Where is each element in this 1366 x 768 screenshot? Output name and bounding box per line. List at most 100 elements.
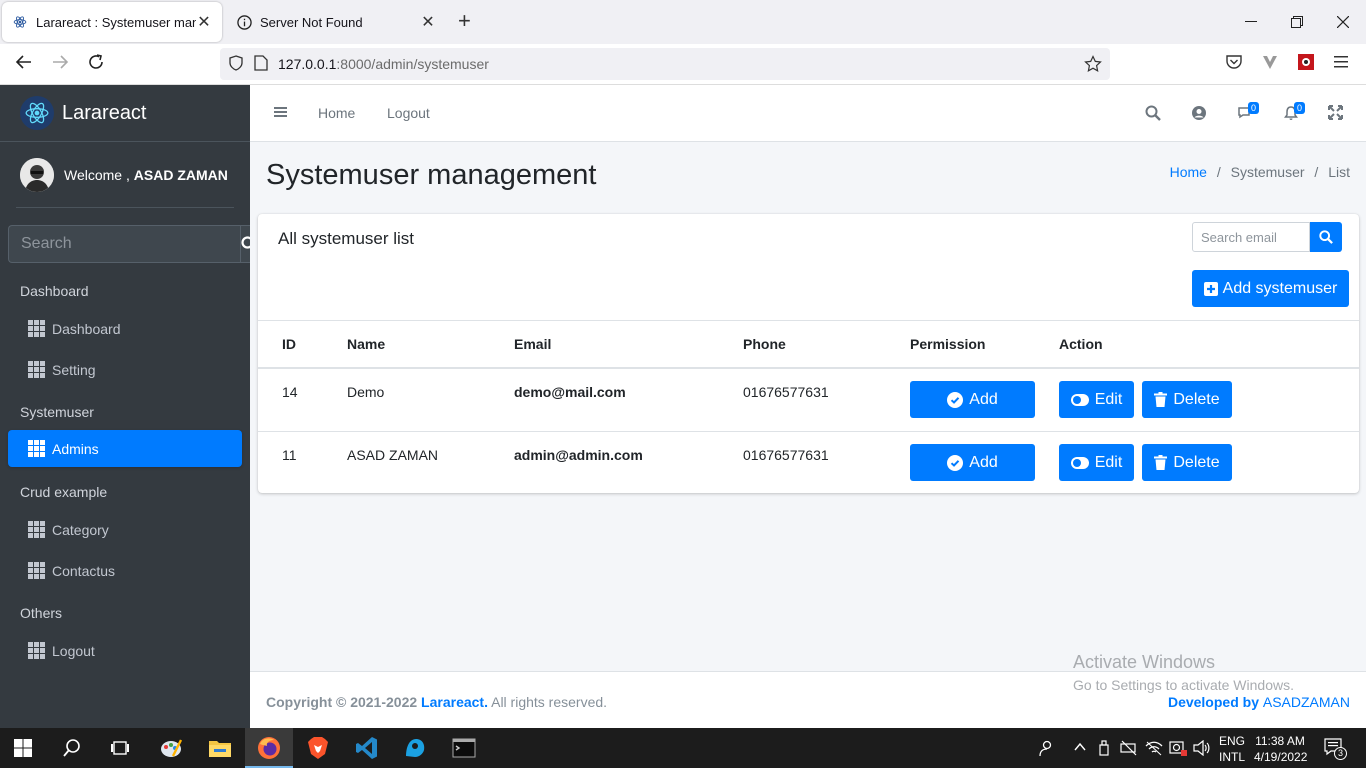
- messages-badge: 0: [1248, 102, 1260, 114]
- nav-header-crud: Crud example: [20, 484, 108, 500]
- permission-add-label: Add: [969, 390, 998, 408]
- close-window-icon[interactable]: [1320, 0, 1366, 44]
- taskbar-search-icon[interactable]: [62, 738, 86, 762]
- reload-icon[interactable]: [84, 53, 108, 76]
- user-panel: Welcome , ASAD ZAMAN: [16, 142, 234, 208]
- cell-phone: 01676577631: [743, 384, 829, 400]
- sidebar-item-admins[interactable]: Admins: [8, 430, 242, 467]
- th-grid-icon: [28, 320, 45, 337]
- tab-server-not-found[interactable]: Server Not Found ✕: [226, 2, 446, 42]
- sidebar-search-input[interactable]: [8, 225, 240, 263]
- breadcrumb-home[interactable]: Home: [1170, 164, 1207, 180]
- security-warning-icon[interactable]: [1169, 740, 1187, 759]
- permission-add-button[interactable]: Add: [910, 444, 1035, 481]
- search-icon[interactable]: [1145, 105, 1165, 123]
- action-center-icon[interactable]: 3: [1324, 738, 1347, 760]
- card-title: All systemuser list: [278, 229, 415, 248]
- minimize-icon[interactable]: [1228, 0, 1274, 44]
- restore-icon[interactable]: [1274, 0, 1320, 44]
- pocket-icon[interactable]: [1222, 53, 1246, 76]
- nav-logout-link[interactable]: Logout: [387, 105, 430, 121]
- task-view-icon[interactable]: [110, 738, 134, 762]
- footer-brand-link[interactable]: Larareact.: [421, 694, 488, 710]
- sidebar-item-contactus[interactable]: Contactus: [8, 552, 242, 589]
- nav-header-dashboard: Dashboard: [20, 283, 89, 299]
- user-circle-icon[interactable]: [1191, 105, 1211, 123]
- welcome-prefix: Welcome ,: [64, 166, 134, 183]
- search-email-input[interactable]: [1192, 222, 1310, 252]
- terminal-icon[interactable]: [452, 736, 476, 760]
- copyright-text: Copyright © 2021-2022 Larareact. All rig…: [266, 694, 607, 710]
- developer-link[interactable]: ASADZAMAN: [1263, 694, 1350, 710]
- extension-red-icon[interactable]: [1294, 53, 1318, 76]
- people-icon[interactable]: [1036, 739, 1054, 760]
- page-icon: [254, 54, 268, 74]
- file-explorer-icon[interactable]: [208, 736, 232, 760]
- breadcrumb-systemuser: Systemuser: [1230, 164, 1305, 180]
- rights-text: All rights reserved.: [487, 694, 608, 710]
- fullscreen-icon[interactable]: [1328, 105, 1348, 123]
- tab-title: Server Not Found: [260, 14, 363, 30]
- chevron-up-icon[interactable]: [1073, 740, 1087, 757]
- windows-taskbar: ENG INTL 11:38 AM 4/19/2022 3: [0, 728, 1366, 768]
- language-indicator[interactable]: ENG INTL: [1219, 733, 1245, 765]
- delete-button[interactable]: Delete: [1142, 381, 1232, 418]
- volume-icon[interactable]: [1193, 739, 1211, 759]
- avatar[interactable]: [20, 157, 54, 192]
- edit-button[interactable]: Edit: [1059, 381, 1134, 418]
- browser-tab-bar: Larareact : Systemuser management ✕ Serv…: [0, 0, 1366, 44]
- systemuser-card: All systemuser list Add systemuser ID Na…: [258, 214, 1359, 493]
- trash-icon: [1154, 455, 1168, 470]
- comments-icon[interactable]: 0: [1237, 102, 1260, 123]
- forward-arrow-icon[interactable]: [48, 53, 72, 76]
- info-icon: [236, 14, 252, 30]
- breadcrumb-separator: /: [1314, 164, 1319, 180]
- vscode-icon[interactable]: [355, 736, 379, 760]
- brand-link[interactable]: Larareact: [0, 85, 250, 142]
- column-header-phone: Phone: [743, 336, 786, 352]
- bell-icon[interactable]: 0: [1283, 102, 1306, 123]
- edit-button[interactable]: Edit: [1059, 444, 1134, 481]
- clock[interactable]: 11:38 AM 4/19/2022: [1254, 733, 1307, 765]
- permission-add-button[interactable]: Add: [910, 381, 1035, 418]
- nav-home-link[interactable]: Home: [318, 105, 355, 121]
- systemuser-table: ID Name Email Phone Permission Action 14…: [258, 320, 1359, 481]
- nav-header-others: Others: [20, 605, 63, 621]
- usb-device-icon[interactable]: [1097, 740, 1111, 759]
- cell-name: Demo: [347, 384, 385, 400]
- edit-label: Edit: [1094, 453, 1123, 471]
- sidebar-search: [8, 225, 258, 263]
- sidebar-item-dashboard[interactable]: Dashboard: [8, 310, 242, 347]
- paint-app-icon[interactable]: [159, 736, 183, 760]
- sidebar-item-label: Setting: [52, 361, 96, 378]
- new-tab-button[interactable]: +: [458, 8, 471, 34]
- sidebar-item-category[interactable]: Category: [8, 511, 242, 548]
- address-bar[interactable]: 127.0.0.1:8000/admin/systemuser: [220, 48, 1110, 80]
- hamburger-icon[interactable]: [274, 105, 294, 123]
- tab-larareact[interactable]: Larareact : Systemuser management ✕: [2, 2, 222, 42]
- extension-v-icon[interactable]: [1258, 53, 1282, 76]
- search-email-button[interactable]: [1310, 222, 1342, 252]
- react-logo-icon: [20, 96, 54, 130]
- user-name[interactable]: ASAD ZAMAN: [134, 167, 228, 183]
- close-tab-icon[interactable]: ✕: [196, 12, 212, 32]
- sidebar-item-logout[interactable]: Logout: [8, 632, 242, 669]
- bookmark-star-icon[interactable]: [1084, 55, 1102, 76]
- shield-icon[interactable]: [228, 54, 244, 74]
- content-wrapper: Home Logout 0 0 Systemuser management Ho…: [250, 85, 1366, 728]
- th-grid-icon: [28, 521, 45, 538]
- battery-off-icon[interactable]: [1120, 740, 1138, 759]
- add-systemuser-button[interactable]: Add systemuser: [1192, 270, 1349, 307]
- sidebar-item-setting[interactable]: Setting: [8, 351, 242, 388]
- close-tab-icon[interactable]: ✕: [420, 12, 436, 32]
- taskbar-firefox-active[interactable]: [245, 728, 293, 768]
- brave-icon[interactable]: [306, 736, 330, 760]
- back-arrow-icon[interactable]: [12, 53, 36, 76]
- notifications-badge: 0: [1294, 102, 1306, 114]
- windows-start-icon[interactable]: [14, 739, 38, 763]
- app-blue-icon[interactable]: [403, 736, 427, 760]
- wifi-icon[interactable]: [1145, 740, 1163, 759]
- menu-icon[interactable]: [1330, 53, 1354, 74]
- cell-id: 14: [282, 384, 298, 400]
- delete-button[interactable]: Delete: [1142, 444, 1232, 481]
